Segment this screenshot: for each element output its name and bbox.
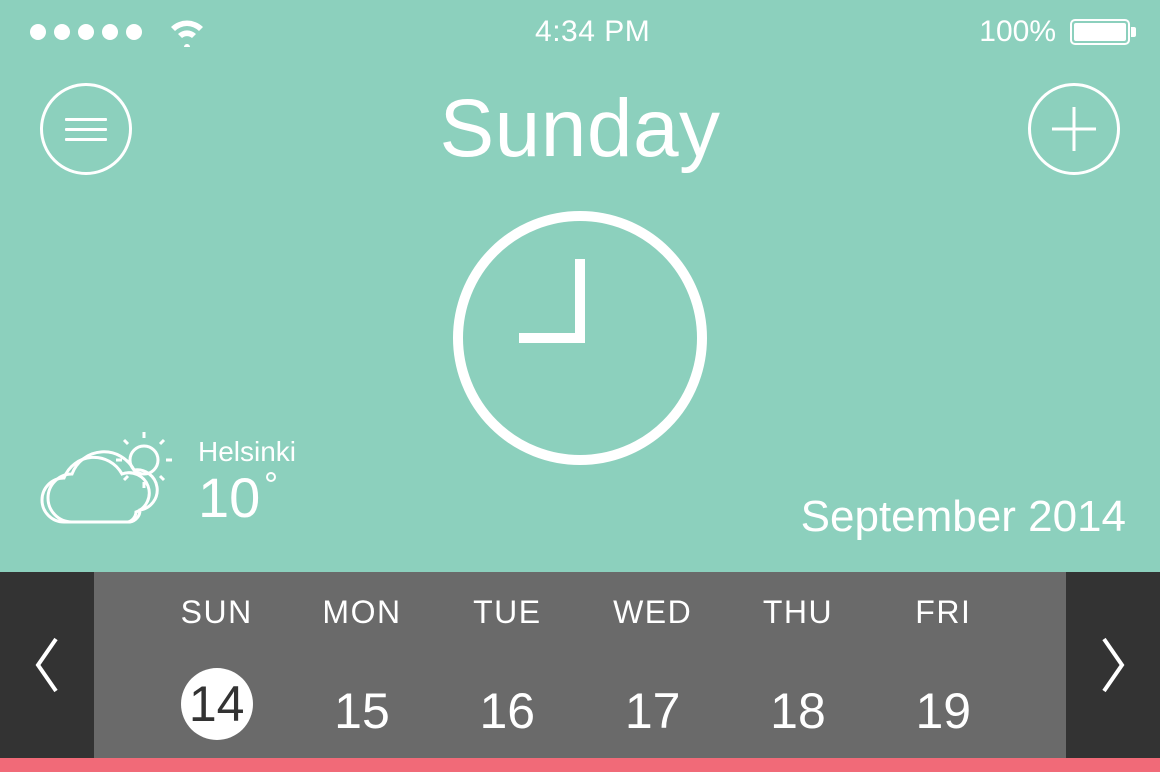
plus-icon bbox=[1052, 107, 1096, 151]
battery-percent: 100% bbox=[979, 15, 1056, 49]
day-abbr: TUE bbox=[473, 594, 542, 631]
footer-accent-bar bbox=[0, 758, 1160, 772]
day-cell-tue[interactable]: TUE 16 bbox=[435, 594, 580, 740]
weather-widget[interactable]: Helsinki 10 bbox=[32, 432, 296, 532]
chevron-right-icon bbox=[1096, 635, 1130, 695]
week-strip: SUN 14 MON 15 TUE 16 WED 17 THU 18 FRI 19 bbox=[0, 572, 1160, 758]
add-button[interactable] bbox=[1028, 83, 1120, 175]
menu-button[interactable] bbox=[40, 83, 132, 175]
day-abbr: MON bbox=[322, 594, 401, 631]
day-cell-mon[interactable]: MON 15 bbox=[289, 594, 434, 740]
status-bar: 4:34 PM 100% bbox=[0, 0, 1160, 64]
day-cell-thu[interactable]: THU 18 bbox=[725, 594, 870, 740]
signal-strength-icon bbox=[30, 24, 142, 40]
day-abbr: SUN bbox=[181, 594, 253, 631]
prev-week-button[interactable] bbox=[0, 572, 94, 758]
day-number: 14 bbox=[181, 668, 253, 740]
degree-icon bbox=[266, 472, 276, 482]
day-number: 16 bbox=[480, 682, 536, 740]
day-cell-fri[interactable]: FRI 19 bbox=[871, 594, 1016, 740]
battery-icon bbox=[1070, 19, 1130, 45]
day-title: Sunday bbox=[439, 82, 720, 176]
next-week-button[interactable] bbox=[1066, 572, 1160, 758]
clock-icon bbox=[448, 206, 712, 470]
chevron-left-icon bbox=[30, 635, 64, 695]
day-number: 19 bbox=[915, 682, 971, 740]
wifi-icon bbox=[168, 17, 206, 47]
weather-city: Helsinki bbox=[198, 438, 296, 466]
day-abbr: FRI bbox=[915, 594, 971, 631]
day-abbr: THU bbox=[763, 594, 833, 631]
weather-temp-value: 10 bbox=[198, 466, 260, 529]
day-number: 15 bbox=[334, 682, 390, 740]
partly-cloudy-icon bbox=[32, 432, 182, 532]
day-abbr: WED bbox=[613, 594, 692, 631]
status-time: 4:34 PM bbox=[535, 15, 650, 49]
day-cell-sun[interactable]: SUN 14 bbox=[144, 594, 289, 740]
day-number: 18 bbox=[770, 682, 826, 740]
month-label: September 2014 bbox=[801, 492, 1126, 542]
day-number: 17 bbox=[625, 682, 681, 740]
weather-temperature: 10 bbox=[198, 470, 296, 526]
hamburger-icon bbox=[65, 118, 107, 141]
day-cell-wed[interactable]: WED 17 bbox=[580, 594, 725, 740]
